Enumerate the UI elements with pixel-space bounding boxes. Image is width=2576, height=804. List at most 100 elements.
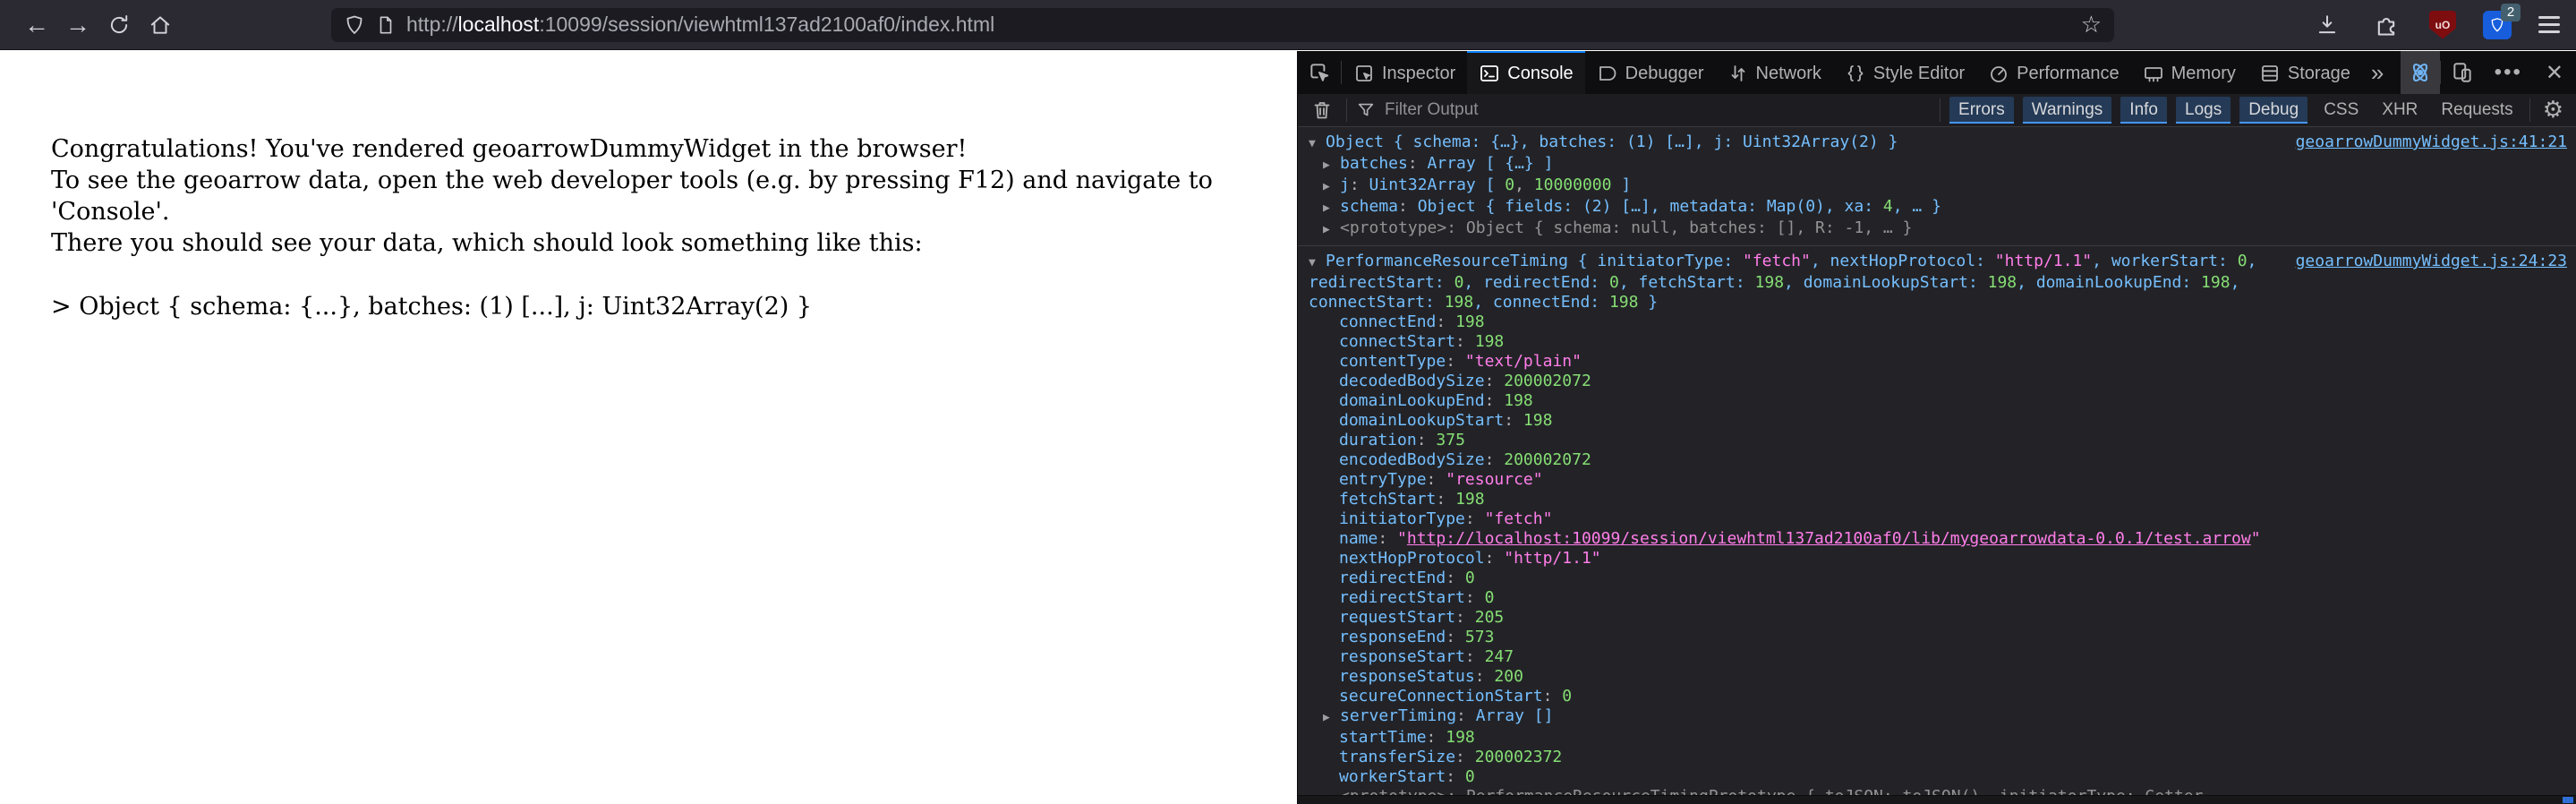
devtools-close-button[interactable]: ✕ <box>2533 60 2576 86</box>
network-icon <box>1731 65 1744 81</box>
filter-warnings-button[interactable]: Warnings <box>2022 97 2112 124</box>
console-row: redirectStart: 0 <box>1339 588 1495 607</box>
twisty-closed-icon[interactable]: ▶ <box>1323 220 1340 240</box>
tab-debugger[interactable]: Debugger <box>1585 51 1716 94</box>
tab-style-editor[interactable]: Style Editor <box>1833 51 1976 94</box>
home-icon <box>150 15 170 34</box>
atom-icon <box>2412 63 2427 82</box>
tab-console[interactable]: Console <box>1467 51 1585 94</box>
filter-funnel-icon <box>1358 103 1374 116</box>
url-protocol: http:// <box>406 13 458 36</box>
console-row: initiatorType: "fetch" <box>1339 509 1553 528</box>
extensions-button[interactable] <box>2370 9 2402 41</box>
responsive-mode-icon <box>2453 63 2471 82</box>
page-icon[interactable] <box>376 14 396 36</box>
console-message: ▼ PerformanceResourceTiming { initiatorTy… <box>1298 246 2576 795</box>
console-row: domainLookupEnd: 198 <box>1339 391 1533 410</box>
console-row: requestStart: 205 <box>1339 608 1505 627</box>
console-row: transferSize: 200002372 <box>1339 748 1563 766</box>
forward-button[interactable]: → <box>57 7 98 43</box>
url-host: localhost <box>457 13 540 36</box>
console-row: name: "http://localhost:10099/session/vi… <box>1339 529 2261 548</box>
object-preview-text: > Object { schema: {...}, batches: (1) [… <box>51 293 813 321</box>
tab-memory[interactable]: Memory <box>2131 51 2248 94</box>
console-row[interactable]: ▶ serverTiming: Array [] <box>1298 706 2576 728</box>
filter-output-input[interactable] <box>1385 100 1932 120</box>
inspector-icon <box>1356 65 1372 81</box>
filter-info-button[interactable]: Info <box>2120 97 2167 124</box>
filter-css-button[interactable]: CSS <box>2316 97 2366 124</box>
source-location-link[interactable]: geoarrowDummyWidget.js:41:21 <box>2296 133 2567 152</box>
console-row[interactable]: ▶ schema: Object { fields: (2) […], metad… <box>1298 197 2576 218</box>
tab-network[interactable]: Network <box>1716 51 1833 94</box>
twisty-closed-icon[interactable]: ▶ <box>1323 789 1340 795</box>
reload-icon <box>110 14 128 33</box>
clear-console-button[interactable] <box>1307 95 1337 125</box>
resource-url-link[interactable]: http://localhost:10099/session/viewhtml1… <box>1407 529 2251 548</box>
shield-icon[interactable] <box>344 14 365 36</box>
console-row: startTime: 198 <box>1339 728 1475 747</box>
bitwarden-icon[interactable]: 2 <box>2483 3 2521 39</box>
console-row: encodedBodySize: 200002072 <box>1339 450 1591 469</box>
console-row: connectStart: 198 <box>1339 332 1505 351</box>
console-row[interactable]: ▶<prototype>: PerformanceResourceTimingP… <box>1298 787 2576 795</box>
url-bar[interactable]: http://localhost:10099/session/viewhtml1… <box>331 7 2114 42</box>
reload-button[interactable] <box>98 7 140 43</box>
console-row: duration: 375 <box>1339 431 1465 449</box>
responsive-mode-button[interactable] <box>2441 51 2484 94</box>
bookmark-star-icon[interactable]: ☆ <box>2081 11 2102 38</box>
console-row[interactable]: ▶ j: Uint32Array [ 0, 10000000 ] <box>1298 175 2576 197</box>
url-text: http://localhost:10099/session/viewhtml1… <box>406 13 994 37</box>
devtools-tabbar: Inspector Console Debugger Network Style… <box>1298 51 2576 94</box>
console-settings-icon[interactable]: ⚙ <box>2539 97 2567 124</box>
tab-performance[interactable]: Performance <box>1976 51 2131 94</box>
twisty-closed-icon[interactable]: ▶ <box>1323 708 1340 728</box>
browser-toolbar: ← → http://localhost:10099/session/viewh… <box>0 0 2576 50</box>
trash-icon <box>1314 102 1330 119</box>
style-editor-icon <box>1847 65 1864 81</box>
console-row[interactable]: ▶ batches: Array [ {…} ] <box>1298 154 2576 175</box>
devtools-menu-button[interactable]: ••• <box>2484 60 2533 85</box>
filter-errors-button[interactable]: Errors <box>1949 97 2014 124</box>
console-toolbar: Errors Warnings Info Logs Debug CSS XHR … <box>1298 94 2576 127</box>
bitwarden-badge: 2 <box>2501 3 2521 21</box>
console-row: responseStart: 247 <box>1339 647 1514 666</box>
element-picker-button[interactable] <box>1298 51 1341 94</box>
tab-inspector[interactable]: Inspector <box>1342 51 1467 94</box>
twisty-open-icon[interactable]: ▼ <box>1309 134 1326 154</box>
web-page-content: Congratulations! You've rendered geoarro… <box>0 51 1297 804</box>
twisty-closed-icon[interactable]: ▶ <box>1323 199 1340 218</box>
storage-icon <box>2261 65 2278 81</box>
performance-icon <box>1991 66 2008 82</box>
filter-debug-button[interactable]: Debug <box>2239 97 2308 124</box>
atom-extension-button[interactable] <box>2400 51 2440 94</box>
twisty-closed-icon[interactable]: ▶ <box>1323 156 1340 175</box>
browser-window: ← → http://localhost:10099/session/viewh… <box>0 0 2576 804</box>
tab-storage[interactable]: Storage <box>2248 51 2362 94</box>
twisty-open-icon[interactable]: ▼ <box>1309 253 1326 273</box>
home-button[interactable] <box>140 7 181 43</box>
extensions-puzzle-icon <box>2377 17 2395 36</box>
console-row: responseEnd: 573 <box>1339 628 1495 646</box>
twisty-closed-icon[interactable]: ▶ <box>1323 177 1340 197</box>
ublock-origin-icon[interactable]: uO <box>2429 10 2456 39</box>
console-row: secureConnectionStart: 0 <box>1339 687 1573 706</box>
menu-button[interactable] <box>2538 16 2560 33</box>
console-icon <box>1480 65 1499 81</box>
console-input-line[interactable] <box>1298 795 2576 804</box>
console-output: ▼ Object { schema: {…}, batches: (1) […],… <box>1298 127 2576 795</box>
filter-xhr-button[interactable]: XHR <box>2375 97 2425 124</box>
console-row: connectEnd: 198 <box>1339 312 1485 331</box>
console-row: nextHopProtocol: "http/1.1" <box>1339 549 1601 568</box>
console-row: redirectEnd: 0 <box>1339 569 1475 587</box>
filter-logs-button[interactable]: Logs <box>2176 97 2231 124</box>
back-button[interactable]: ← <box>16 7 57 43</box>
more-tabs-button[interactable]: » <box>2362 59 2393 87</box>
filter-requests-button[interactable]: Requests <box>2434 97 2520 124</box>
console-row: workerStart: 0 <box>1339 767 1475 786</box>
source-location-link[interactable]: geoarrowDummyWidget.js:24:23 <box>2296 252 2567 271</box>
debugger-icon <box>1599 66 1616 81</box>
console-row[interactable]: ▶ <prototype>: Object { schema: null, bat… <box>1298 218 2576 240</box>
download-button[interactable] <box>2311 9 2343 41</box>
url-path: :10099/session/viewhtml137ad2100af0/inde… <box>539 13 995 36</box>
